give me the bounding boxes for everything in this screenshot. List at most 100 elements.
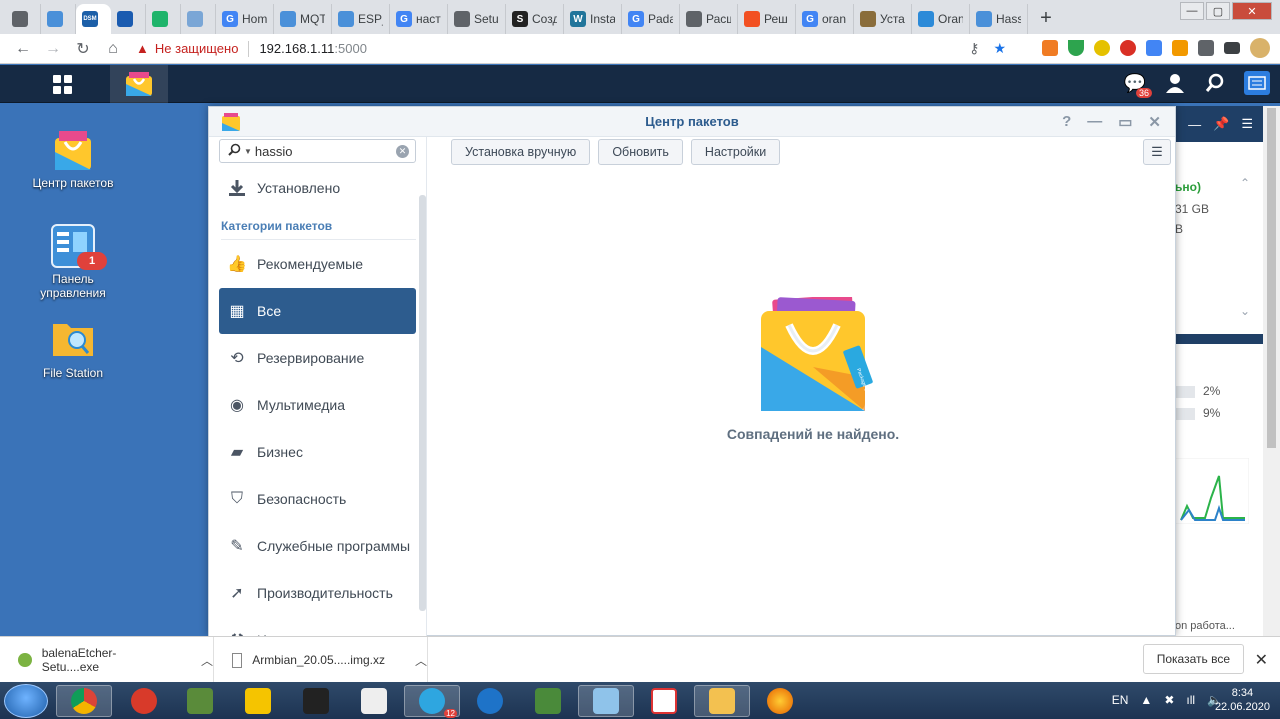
minimize-button[interactable]: — (1180, 2, 1204, 20)
search-icon[interactable] (1204, 72, 1226, 94)
sidebar-item-category[interactable]: ▦ Все (219, 288, 416, 334)
taskbar-explorer[interactable] (694, 685, 750, 717)
taskbar-magnifier[interactable] (578, 685, 634, 717)
sidebar-item-category[interactable]: ◉ Мультимедиа (219, 382, 416, 428)
maximize-button[interactable]: ▢ (1206, 2, 1230, 20)
back-button[interactable]: ← (8, 40, 38, 58)
browser-tab[interactable]: G Pada (622, 4, 680, 34)
ext-bulb-icon[interactable] (1172, 40, 1188, 56)
extensions-puzzle-icon[interactable] (1198, 40, 1214, 56)
main-menu-button[interactable] (44, 71, 80, 97)
tray-expand-icon[interactable]: ▲ (1140, 693, 1152, 707)
minimize-button[interactable]: — (1087, 113, 1102, 131)
taskbar-network-app[interactable] (462, 685, 518, 717)
key-icon[interactable]: ⚷ (969, 40, 979, 57)
download-item[interactable]: Armbian_20.05.....img.xz ︿ (214, 637, 428, 683)
profile-avatar[interactable] (1250, 38, 1270, 58)
close-icon[interactable]: ✕ (1255, 650, 1268, 670)
ext-yellow-icon[interactable] (1094, 40, 1110, 56)
sidebar-item-category[interactable]: ➚ Производительность (219, 570, 416, 616)
browser-tab[interactable] (6, 4, 41, 34)
sidebar-item-category[interactable]: ⛉ Безопасность (219, 476, 416, 522)
taskbar-app[interactable] (346, 685, 402, 717)
page-scrollbar[interactable] (1263, 106, 1280, 636)
address-bar[interactable]: ▲ Не защищено 192.168.1.11 :5000 ⚷ ★ (136, 36, 1006, 62)
taskbar-ccleaner[interactable] (116, 685, 172, 717)
taskbar-firefox[interactable] (752, 685, 808, 717)
taskbar-telegram[interactable]: 12 (404, 685, 460, 718)
browser-tab[interactable] (111, 4, 146, 34)
browser-tab[interactable]: MQT (274, 4, 332, 34)
sidebar-item-category[interactable]: ⟲ Резервирование (219, 335, 416, 381)
browser-tab[interactable]: Gнаст (390, 4, 448, 34)
browser-tab[interactable] (41, 4, 76, 34)
desktop-package-center[interactable]: Центр пакетов (18, 128, 128, 190)
playlist-icon[interactable] (1224, 42, 1240, 54)
user-icon[interactable] (1164, 72, 1186, 94)
browser-tab[interactable]: S Созд (506, 4, 564, 34)
taskbar-epic[interactable] (288, 685, 344, 717)
help-button[interactable]: ? (1062, 113, 1071, 131)
window-titlebar[interactable]: Центр пакетов ? — ▭ ✕ (209, 107, 1175, 137)
sidebar-item-category[interactable]: ▰ Бизнес (219, 429, 416, 475)
browser-tab[interactable]: Oran (912, 4, 970, 34)
network-status-icon[interactable]: ✖ (1164, 693, 1174, 707)
browser-tab[interactable]: Расш (680, 4, 738, 34)
collapse-icon[interactable]: — (1188, 117, 1201, 132)
taskbar-package-center[interactable] (110, 65, 168, 103)
taskbar-chrome[interactable] (56, 685, 112, 717)
refresh-button[interactable]: Обновить (598, 139, 683, 165)
new-tab-button[interactable]: + (1032, 4, 1060, 32)
start-button[interactable] (4, 684, 48, 718)
taskbar-minecraft[interactable] (172, 685, 228, 717)
browser-tab[interactable]: Уста (854, 4, 912, 34)
desktop-control-panel[interactable]: 1 Панель управления (18, 224, 128, 300)
sidebar-item-installed[interactable]: Установлено (219, 165, 416, 211)
sort-icon[interactable]: ☰ (1143, 139, 1171, 165)
chevron-down-icon[interactable]: ⌄ (1240, 304, 1250, 318)
taskbar-rockstar[interactable] (230, 685, 286, 717)
home-button[interactable]: ⌂ (98, 40, 128, 58)
browser-tab[interactable]: ESP_ (332, 4, 390, 34)
browser-tab[interactable] (146, 4, 181, 34)
browser-tab[interactable]: Реш (738, 4, 796, 34)
desktop-file-station[interactable]: File Station (18, 318, 128, 380)
browser-tab[interactable]: Goran (796, 4, 854, 34)
search-input[interactable]: ▼ hassio ✕ (219, 139, 416, 163)
ext-red-icon[interactable] (1120, 40, 1136, 56)
browser-tab[interactable]: Hass (970, 4, 1028, 34)
settings-button[interactable]: Настройки (690, 139, 781, 165)
manual-install-button[interactable]: Установка вручную (451, 139, 591, 165)
browser-tab[interactable]: Setu (448, 4, 506, 34)
ext-orange-icon[interactable] (1042, 40, 1058, 56)
chevron-up-icon[interactable]: ︿ (415, 652, 427, 669)
chevron-up-icon[interactable]: ⌃ (1240, 176, 1250, 190)
download-item[interactable]: balenaEtcher-Setu....exe ︿ (0, 637, 214, 683)
reload-button[interactable]: ↻ (68, 39, 98, 59)
sidebar-item-category[interactable]: 👍 Рекомендуемые (219, 241, 416, 287)
sidebar-item-category[interactable]: ⚒Инструменты (219, 617, 416, 637)
clock[interactable]: 8:34 22.06.2020 (1215, 686, 1270, 714)
close-button[interactable]: ✕ (1148, 113, 1161, 131)
browser-tab[interactable]: G Hom (216, 4, 274, 34)
sidebar-item-category[interactable]: ✎ Служебные программы (219, 523, 416, 569)
pin-icon[interactable]: 📌 (1213, 116, 1229, 132)
language-indicator[interactable]: EN (1112, 693, 1129, 707)
close-window-button[interactable]: ✕ (1232, 2, 1272, 20)
sidebar-scrollbar[interactable] (419, 195, 426, 611)
clear-search-icon[interactable]: ✕ (396, 145, 409, 158)
forward-button[interactable]: → (38, 40, 68, 58)
bookmark-star-icon[interactable]: ★ (993, 40, 1006, 57)
ext-translate-icon[interactable] (1146, 40, 1162, 56)
browser-tab[interactable] (181, 4, 216, 34)
taskbar-lock-app[interactable] (520, 685, 576, 717)
taskbar-dice[interactable] (636, 685, 692, 717)
widget-menu-icon[interactable]: ☰ (1241, 116, 1253, 132)
ext-shield-icon[interactable] (1068, 40, 1084, 56)
chevron-up-icon[interactable]: ︿ (201, 652, 213, 669)
browser-tab[interactable]: W Insta (564, 4, 622, 34)
maximize-button[interactable]: ▭ (1118, 113, 1132, 131)
browser-tab[interactable]: DSM (76, 4, 111, 34)
signal-icon[interactable]: ıll (1186, 693, 1195, 707)
widgets-button[interactable] (1244, 71, 1270, 95)
